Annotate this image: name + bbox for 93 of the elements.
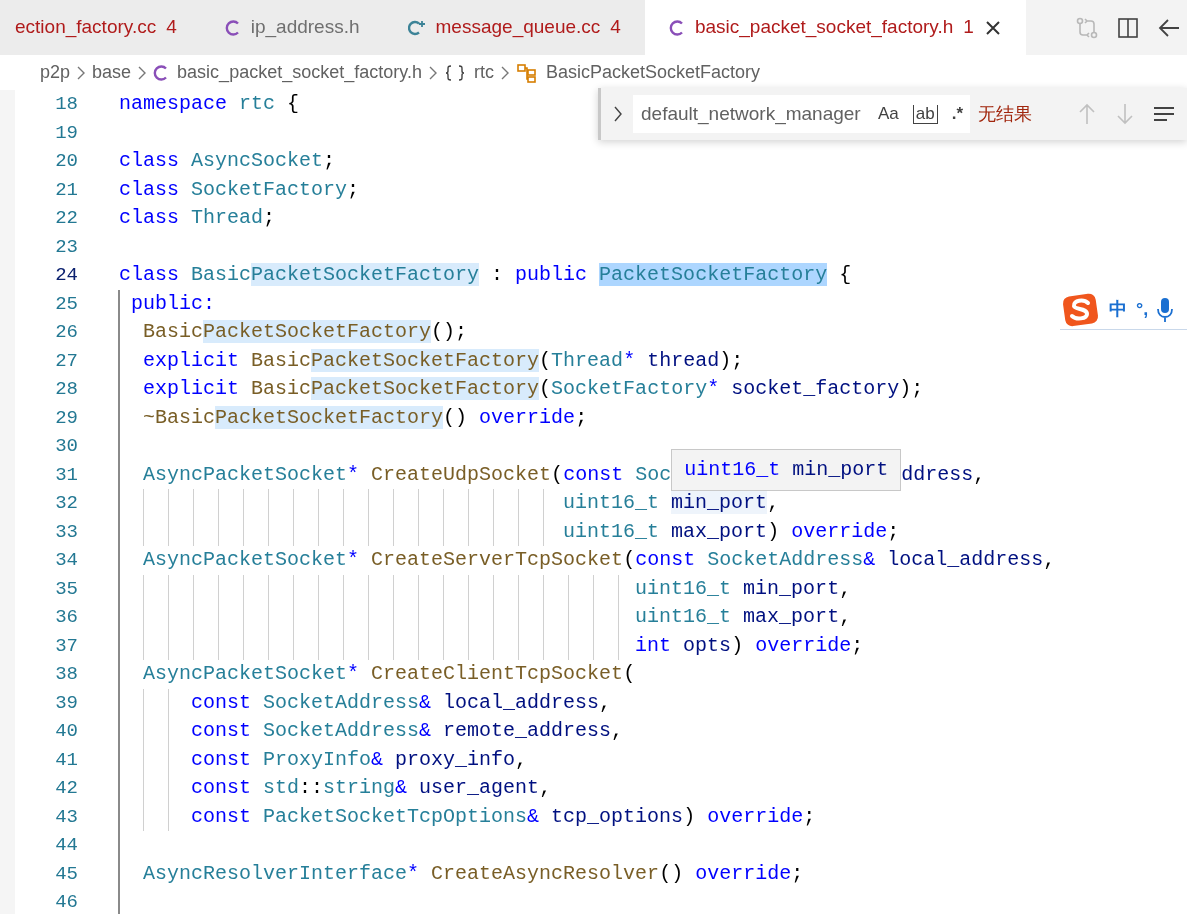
line-number: 29 bbox=[54, 405, 78, 431]
breadcrumb-item[interactable]: BasicPacketSocketFactory bbox=[545, 59, 760, 86]
toggle-button[interactable]: .* bbox=[944, 95, 971, 133]
code-line: const ProxyInfo& proxy_info, bbox=[191, 746, 528, 773]
code-line: class Thread; bbox=[119, 205, 276, 231]
editor-tab[interactable]: message_queue.cc 4 bbox=[383, 0, 645, 55]
line-number: 46 bbox=[54, 890, 78, 914]
code-line: AsyncPacketSocket* CreateServerTcpSocket(const SocketAddress& local_address, bbox=[143, 547, 1056, 573]
search-field[interactable]: default_network_manager bbox=[633, 95, 871, 133]
chevron-icon bbox=[427, 64, 438, 81]
line-number: 44 bbox=[54, 833, 78, 858]
code-line: AsyncResolverInterface* CreateAsyncResolver() override; bbox=[143, 860, 804, 887]
c-file-icon bbox=[668, 18, 685, 37]
code-line: uint16_t max_port) override; bbox=[563, 518, 900, 545]
line-number: 36 bbox=[54, 605, 78, 630]
breadcrumb-item[interactable]: basic_packet_socket_factory.h bbox=[177, 59, 422, 86]
line-number: 38 bbox=[54, 662, 78, 687]
line-number: 30 bbox=[54, 434, 78, 459]
problem-count: 4 bbox=[610, 15, 621, 40]
code-line: explicit BasicPacketSocketFactory(Thread* thread); bbox=[143, 347, 744, 374]
toggle-button[interactable]: Aa bbox=[871, 95, 906, 133]
editor-tab[interactable]: ip_address.h bbox=[200, 0, 384, 55]
code-line: class BasicPacketSocketFactory : public PacketSocketFactory { bbox=[119, 262, 852, 288]
chevron-icon bbox=[137, 64, 148, 81]
line-number: 32 bbox=[54, 491, 78, 516]
code-line: AsyncPacketSocket* CreateClientTcpSocket( bbox=[143, 661, 636, 687]
editor-tab[interactable]: ection_factory.cc 4 bbox=[0, 0, 201, 55]
line-number: 37 bbox=[54, 633, 78, 659]
line-number: 25 bbox=[54, 291, 78, 317]
code-line: explicit BasicPacketSocketFactory(SocketFactory* socket_factory); bbox=[143, 376, 924, 402]
editor-tab[interactable]: basic_packet_socket_factory.h 1 bbox=[644, 0, 1026, 55]
cpp-file-icon bbox=[407, 18, 426, 37]
breadcrumb-item[interactable]: rtc bbox=[473, 59, 494, 86]
line-number: 21 bbox=[54, 177, 78, 203]
tab-label: ection_factory.cc bbox=[15, 15, 157, 40]
close-icon[interactable] bbox=[983, 18, 1002, 37]
code-line: const std::string& user_agent, bbox=[191, 775, 552, 801]
line-number: 39 bbox=[54, 690, 78, 716]
braces-icon bbox=[443, 63, 466, 82]
class-icon bbox=[515, 62, 538, 83]
breadcrumb-item[interactable]: p2p bbox=[40, 59, 71, 86]
code-line: public: bbox=[131, 290, 216, 317]
line-number: 27 bbox=[54, 348, 78, 374]
chevron-icon bbox=[76, 64, 87, 81]
line-number: 18 bbox=[54, 92, 78, 117]
line-number: 35 bbox=[54, 576, 78, 602]
line-number: 31 bbox=[54, 462, 78, 488]
line-number: 43 bbox=[54, 804, 78, 830]
tab-label: message_queue.cc bbox=[435, 15, 601, 40]
result-text: 无结果 bbox=[978, 102, 1033, 126]
line-number: 23 bbox=[54, 234, 78, 260]
line-number: 28 bbox=[54, 377, 78, 402]
code-line: uint16_t min_port, bbox=[635, 575, 852, 602]
breadcrumb-item[interactable]: base bbox=[92, 59, 132, 86]
split-editor-icon[interactable] bbox=[1117, 16, 1139, 39]
punctuation-toggle[interactable]: °, bbox=[1136, 296, 1149, 323]
toggle-button[interactable]: ab bbox=[905, 95, 945, 133]
code-line: ddress, bbox=[901, 461, 986, 488]
problem-count: 1 bbox=[963, 15, 974, 40]
line-number: 33 bbox=[54, 519, 78, 545]
line-number: 41 bbox=[54, 747, 78, 773]
menu-icon[interactable] bbox=[1153, 105, 1175, 123]
problem-count: 4 bbox=[166, 15, 177, 40]
line-number: 40 bbox=[54, 719, 78, 744]
line-number: 34 bbox=[54, 548, 78, 573]
line-number: 42 bbox=[54, 776, 78, 801]
code-line: namespace rtc { bbox=[119, 91, 300, 117]
code-line: AsyncPacketSocket* CreateUdpSocket(const Soc bbox=[143, 461, 672, 488]
line-number: 24 bbox=[54, 263, 78, 288]
line-number: 22 bbox=[54, 206, 78, 231]
code-line: int opts) override; bbox=[635, 632, 864, 659]
code-line: uint16_t min_port, bbox=[563, 490, 780, 516]
logo-icon[interactable] bbox=[1062, 291, 1100, 328]
c-file-icon bbox=[153, 63, 170, 82]
code-line: uint16_t max_port, bbox=[635, 604, 852, 630]
c-file-icon bbox=[224, 18, 241, 37]
code-line: const SocketAddress& remote_address, bbox=[191, 718, 624, 744]
tab-label: basic_packet_socket_factory.h bbox=[694, 15, 954, 40]
hover-tooltip: uint16_t min_port bbox=[671, 448, 902, 491]
code-line: ~BasicPacketSocketFactory() override; bbox=[143, 404, 588, 431]
line-number: 20 bbox=[54, 149, 78, 174]
line-number: 45 bbox=[54, 861, 78, 887]
code-line: class SocketFactory; bbox=[119, 176, 360, 203]
line-number: 19 bbox=[54, 120, 78, 146]
microphone-icon[interactable] bbox=[1157, 296, 1174, 323]
back-arrow-icon[interactable] bbox=[1157, 16, 1181, 39]
code-line: const SocketAddress& local_address, bbox=[191, 689, 612, 716]
line-number: 26 bbox=[54, 320, 78, 345]
code-line: const PacketSocketTcpOptions& tcp_options) override; bbox=[191, 803, 816, 830]
input-mode-toggle[interactable]: 中 bbox=[1109, 296, 1127, 323]
code-line: class AsyncSocket; bbox=[119, 148, 336, 174]
tab-label: ip_address.h bbox=[250, 15, 360, 40]
chevron-icon bbox=[499, 64, 510, 81]
